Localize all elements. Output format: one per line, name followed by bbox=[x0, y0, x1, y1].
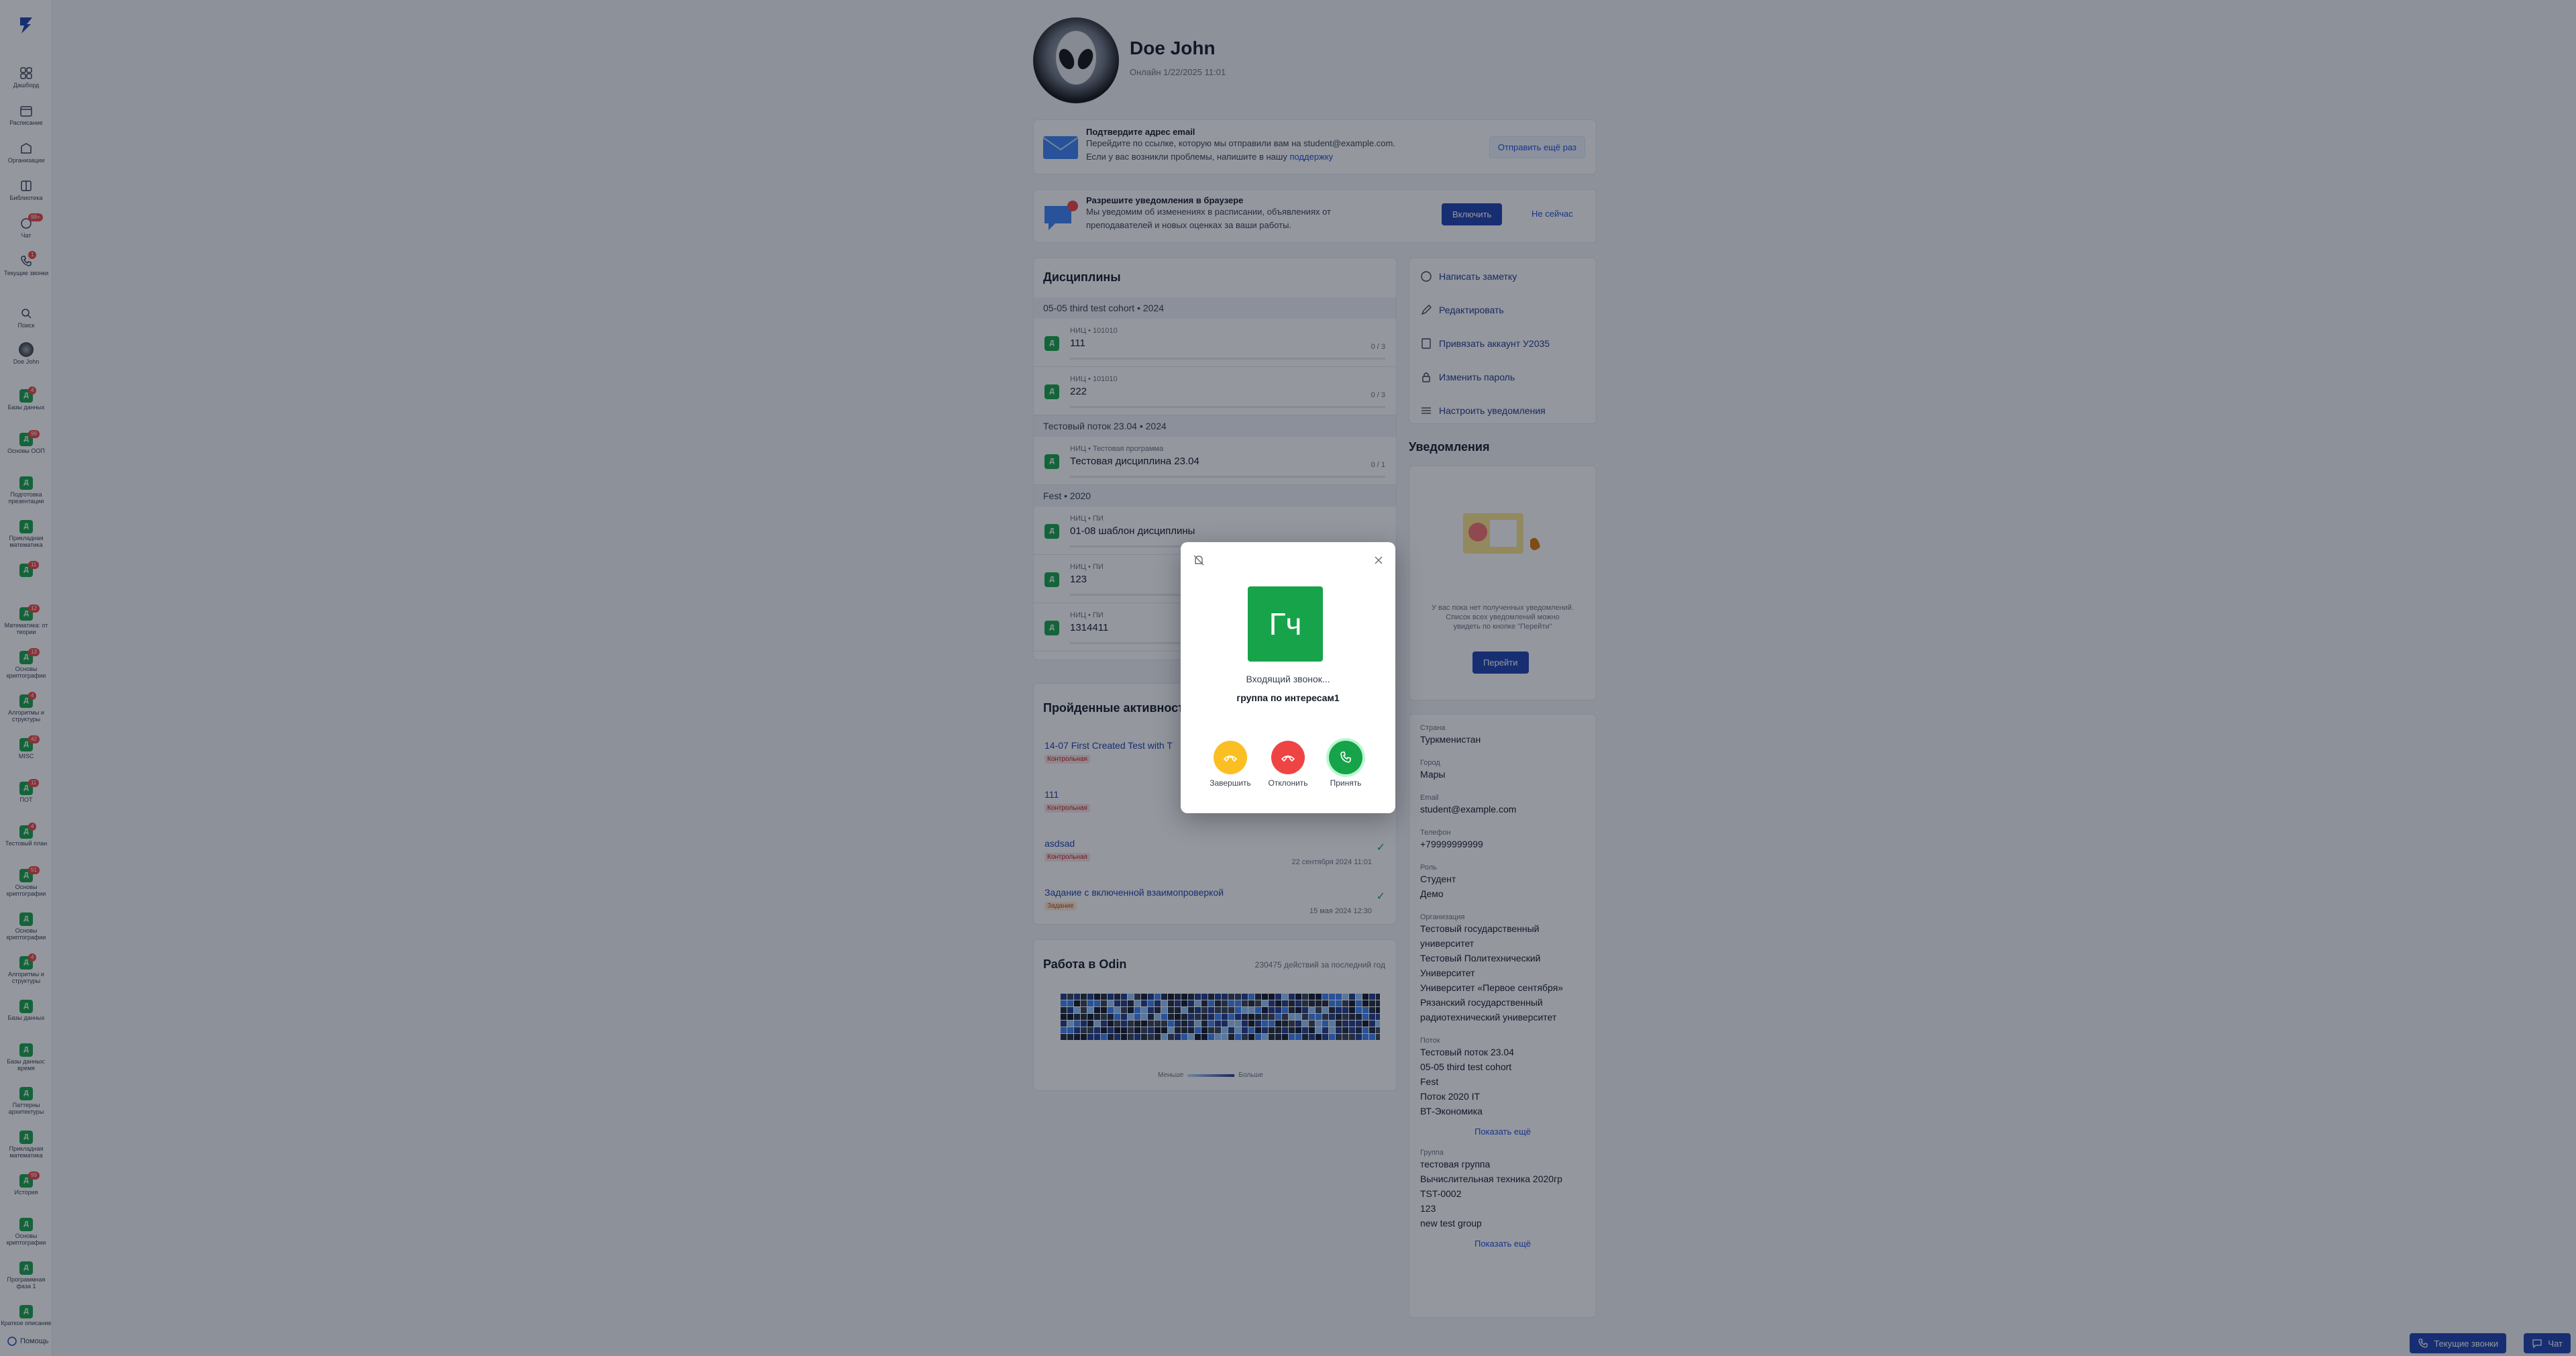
decline-call-circle[interactable] bbox=[1271, 741, 1305, 774]
call-status: Входящий звонок... bbox=[1246, 674, 1330, 684]
accept-call-label: Принять bbox=[1330, 778, 1362, 788]
finish-call-button[interactable]: Завершить bbox=[1203, 741, 1257, 788]
accept-phone-icon bbox=[1340, 751, 1351, 763]
decline-call-label: Отклонить bbox=[1268, 778, 1308, 788]
accept-call-button[interactable]: Принять bbox=[1319, 741, 1373, 788]
decline-phone-icon bbox=[1281, 755, 1295, 762]
incoming-call-modal: Гч Входящий звонок... группа по интереса… bbox=[1181, 542, 1395, 813]
finish-call-circle[interactable] bbox=[1214, 741, 1247, 774]
caller-avatar: Гч bbox=[1248, 586, 1323, 662]
accept-call-circle[interactable] bbox=[1329, 741, 1362, 774]
close-icon[interactable] bbox=[1374, 556, 1383, 565]
decline-call-button[interactable]: Отклонить bbox=[1261, 741, 1315, 788]
bell-off-icon[interactable] bbox=[1191, 553, 1206, 568]
hangup-icon bbox=[1223, 755, 1238, 762]
caller-name: группа по интересам1 bbox=[1236, 692, 1340, 703]
finish-call-label: Завершить bbox=[1210, 778, 1251, 788]
